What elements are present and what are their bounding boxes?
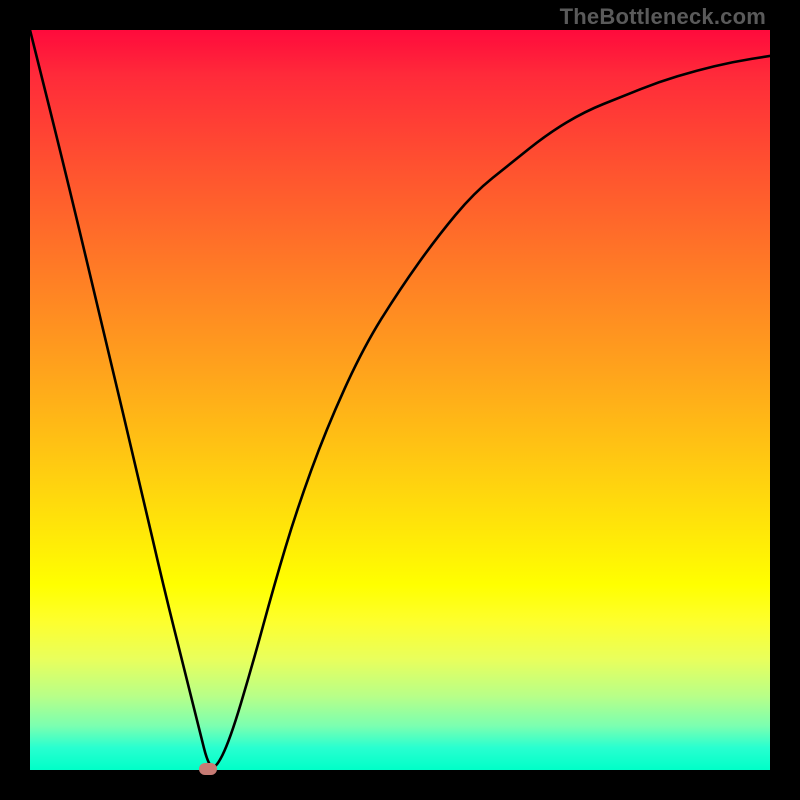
attribution-label: TheBottleneck.com: [560, 4, 766, 30]
chart-frame: TheBottleneck.com: [0, 0, 800, 800]
plot-area: [30, 30, 770, 770]
curve-minimum-marker: [199, 763, 217, 775]
bottleneck-curve: [30, 30, 770, 770]
